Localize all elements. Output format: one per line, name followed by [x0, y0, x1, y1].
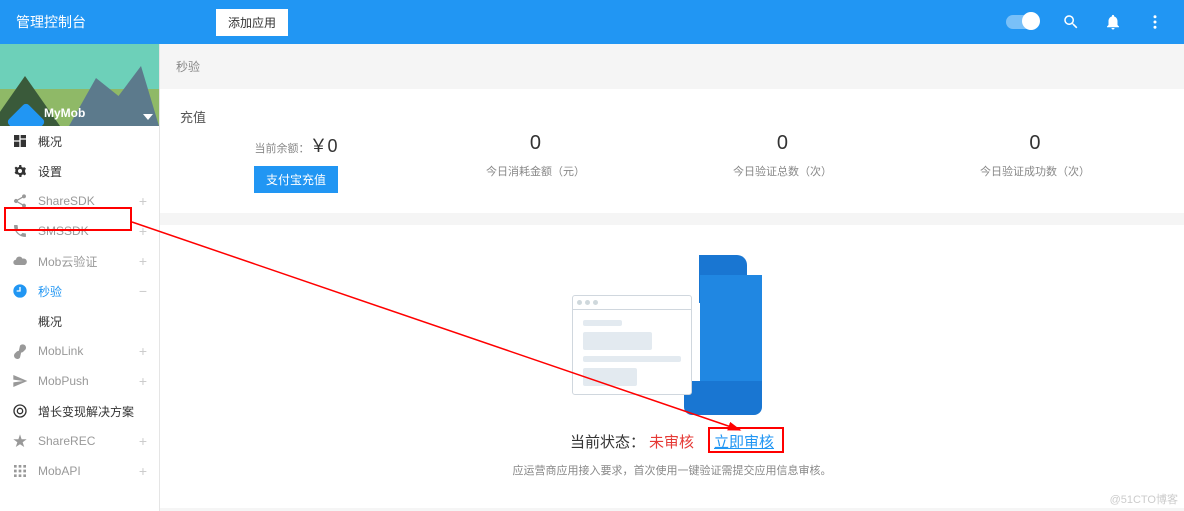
balance-label: 当前余额： [254, 143, 309, 155]
stat-total: 0 今日验证总数（次） [733, 132, 832, 179]
sidebar-item-sharerec[interactable]: ShareREC+ [0, 426, 159, 456]
review-now-link[interactable]: 立即审核 [714, 431, 774, 452]
app-header: 管理控制台 添加应用 [0, 0, 1184, 44]
recharge-title: 充值 [180, 107, 1164, 126]
collapse-icon: − [139, 283, 147, 299]
sidebar-item-growth[interactable]: 增长变现解决方案 [0, 396, 159, 426]
stat-label: 今日消耗金额（元） [486, 163, 585, 179]
main-content: 秒验 充值 当前余额：￥0 支付宝充值 0 今日消耗金额（元） 0 今日验证总数… [160, 44, 1184, 511]
stat-label: 今日验证成功数（次） [980, 163, 1090, 179]
expand-icon: + [139, 253, 147, 269]
status-value: 未审核 [649, 431, 694, 452]
brand-banner[interactable]: MyMob [0, 44, 159, 126]
sidebar-item-sharesdk[interactable]: ShareSDK+ [0, 186, 159, 216]
empty-state-panel: 当前状态： 未审核 立即审核 应运营商应用接入要求，首次使用一键验证需提交应用信… [160, 225, 1184, 508]
sidebar-item-overview[interactable]: 概况 [0, 126, 159, 156]
expand-icon: + [139, 433, 147, 449]
send-icon [12, 373, 28, 389]
target-icon [12, 403, 28, 419]
recharge-panel: 充值 当前余额：￥0 支付宝充值 0 今日消耗金额（元） 0 今日验证总数（次）… [160, 89, 1184, 213]
sidebar-item-smssdk[interactable]: SMSSDK+ [0, 216, 159, 246]
stat-value: 0 [530, 132, 541, 155]
status-row: 当前状态： 未审核 立即审核 [570, 431, 774, 452]
sidebar-item-secverify[interactable]: 秒验− [0, 276, 159, 306]
chevron-down-icon [143, 114, 153, 120]
alipay-recharge-button[interactable]: 支付宝充值 [254, 166, 338, 193]
empty-illustration [572, 255, 772, 415]
dashboard-icon [12, 133, 28, 149]
sidebar-item-mobapi[interactable]: MobAPI+ [0, 456, 159, 486]
status-prefix: 当前状态： [570, 431, 645, 452]
share-icon [12, 193, 28, 209]
star-icon [12, 433, 28, 449]
clock-icon [12, 283, 28, 299]
sidebar-item-settings[interactable]: 设置 [0, 156, 159, 186]
stat-value: 0 [1029, 132, 1040, 155]
cloud-icon [12, 253, 28, 269]
expand-icon: + [139, 343, 147, 359]
balance-value: ￥0 [309, 136, 337, 156]
search-icon[interactable] [1062, 13, 1080, 31]
grid-icon [12, 463, 28, 479]
expand-icon: + [139, 193, 147, 209]
balance-block: 当前余额：￥0 支付宝充值 [254, 132, 338, 193]
expand-icon: + [139, 373, 147, 389]
more-icon[interactable] [1146, 13, 1164, 31]
app-title: 管理控制台 [16, 12, 86, 32]
expand-icon: + [139, 223, 147, 239]
stat-success: 0 今日验证成功数（次） [980, 132, 1090, 179]
stat-label: 今日验证总数（次） [733, 163, 832, 179]
phone-icon [12, 223, 28, 239]
stat-value: 0 [777, 132, 788, 155]
sidebar: MyMob 概况 设置 ShareSDK+ SMSSDK+ Mob云验 [0, 44, 160, 511]
header-toggle[interactable] [1006, 15, 1038, 29]
expand-icon: + [139, 463, 147, 479]
sidebar-subitem-overview[interactable]: 概况 [0, 306, 159, 336]
sidebar-item-mobpush[interactable]: MobPush+ [0, 366, 159, 396]
sidebar-item-mobcloud[interactable]: Mob云验证+ [0, 246, 159, 276]
gear-icon [12, 163, 28, 179]
add-app-button[interactable]: 添加应用 [216, 9, 288, 36]
watermark: @51CTO博客 [1110, 491, 1178, 507]
bell-icon[interactable] [1104, 13, 1122, 31]
brand-logo-icon [6, 102, 46, 126]
sidebar-item-moblink[interactable]: MobLink+ [0, 336, 159, 366]
brand-name: MyMob [44, 106, 85, 120]
status-note: 应运营商应用接入要求，首次使用一键验证需提交应用信息审核。 [513, 462, 832, 478]
breadcrumb: 秒验 [160, 44, 1184, 89]
link-icon [12, 343, 28, 359]
stat-spend: 0 今日消耗金额（元） [486, 132, 585, 179]
